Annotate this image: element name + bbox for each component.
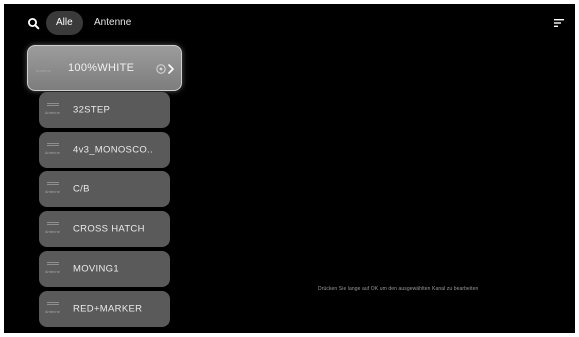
- channel-source-label: Antenne: [36, 69, 51, 73]
- channel-name: RED+MARKER: [73, 303, 143, 315]
- channel-item-4v3-monoscope[interactable]: Antenne 4v3_MONOSCO..: [39, 132, 170, 168]
- tab-all[interactable]: Alle: [46, 11, 83, 35]
- edit-channel-hint: Drücken Sie lange auf OK um den ausgewäh…: [318, 286, 479, 292]
- channel-source-label: Antenne: [45, 270, 60, 274]
- channel-logo: Antenne: [45, 182, 65, 196]
- tab-antenne[interactable]: Antenne: [84, 11, 141, 35]
- channel-item-cb[interactable]: Antenne C/B: [39, 171, 170, 207]
- channel-item-red-marker[interactable]: Antenne RED+MARKER: [39, 291, 170, 327]
- channel-source-label: Antenne: [45, 151, 60, 155]
- channel-logo: Antenne: [45, 103, 65, 117]
- channel-source-label: Antenne: [45, 190, 60, 194]
- channel-name: 4v3_MONOSCO..: [73, 144, 153, 156]
- channel-logo: Antenne: [45, 222, 65, 236]
- channel-item-cross-hatch[interactable]: Antenne CROSS HATCH: [39, 211, 170, 247]
- channel-source-label: Antenne: [45, 111, 60, 115]
- info-icon[interactable]: [155, 63, 177, 75]
- channel-logo: Antenne: [45, 302, 65, 316]
- sort-button[interactable]: [553, 16, 565, 28]
- channel-actions: [155, 62, 177, 74]
- channel-source-label: Antenne: [45, 310, 60, 314]
- tv-channel-list-screen: Alle Antenne Antenne 100%WHITE Antenne 3…: [4, 4, 575, 333]
- search-icon: [28, 18, 40, 30]
- channel-name: C/B: [73, 183, 90, 195]
- channel-logo: Antenne: [45, 262, 65, 276]
- channel-name: 32STEP: [73, 104, 111, 116]
- channel-source-label: Antenne: [45, 230, 60, 234]
- channel-name: CROSS HATCH: [73, 223, 145, 235]
- channel-item-32step[interactable]: Antenne 32STEP: [39, 92, 170, 128]
- channel-name: 100%WHITE: [68, 62, 135, 74]
- channel-item-100-white[interactable]: Antenne 100%WHITE: [27, 45, 182, 91]
- channel-name: MOVING1: [73, 263, 119, 275]
- sort-icon: [554, 19, 564, 27]
- channel-logo: Antenne: [36, 61, 56, 75]
- channel-logo: Antenne: [45, 143, 65, 157]
- search-button[interactable]: [26, 16, 42, 32]
- channel-item-moving1[interactable]: Antenne MOVING1: [39, 251, 170, 287]
